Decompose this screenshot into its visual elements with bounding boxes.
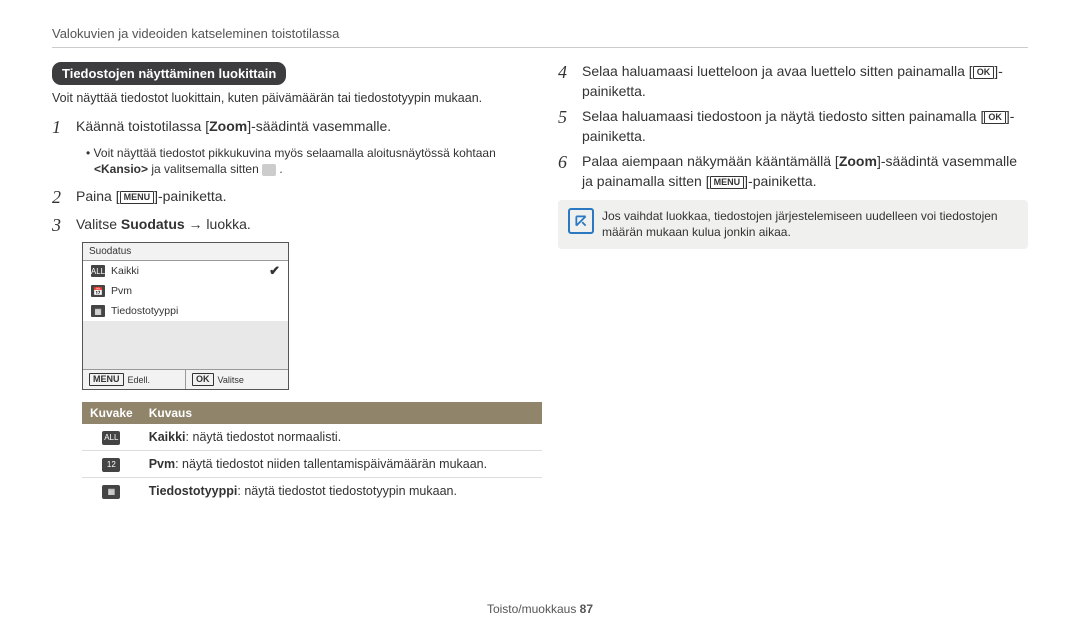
breadcrumb: Valokuvien ja videoiden katseleminen toi… [52, 26, 1028, 48]
page-footer: Toisto/muokkaus 87 [0, 602, 1080, 616]
filter-option-all[interactable]: ALL Kaikki ✔ [83, 261, 288, 281]
table-header-icon: Kuvake [82, 402, 141, 424]
filter-option-date[interactable]: 📅 Pvm [83, 281, 288, 301]
step-number: 3 [52, 215, 76, 237]
table-row: 12 Pvm: näytä tiedostot niiden tallentam… [82, 451, 542, 478]
ui-footer-select-label: Valitse [218, 375, 244, 385]
step-4: 4 Selaa haluamaasi luetteloon ja avaa lu… [558, 62, 1028, 101]
filetype-icon: ▦ [102, 485, 120, 499]
step-6: 6 Palaa aiempaan näkymään kääntämällä [Z… [558, 152, 1028, 191]
step-text: Palaa aiempaan näkymään kääntämällä [Zoo… [582, 152, 1028, 191]
ui-title: Suodatus [83, 243, 288, 261]
step-number: 1 [52, 117, 76, 139]
step-2: 2 Paina [MENU]-painiketta. [52, 187, 522, 209]
step-text: Valitse Suodatus → luokka. [76, 215, 522, 235]
step-1-bullet: Voit näyttää tiedostot pikkukuvina myös … [86, 145, 522, 177]
step-text: Käännä toistotilassa [Zoom]-säädintä vas… [76, 117, 522, 137]
step-number: 4 [558, 62, 582, 84]
ui-empty-area [83, 321, 288, 369]
step-5: 5 Selaa haluamaasi tiedostoon ja näytä t… [558, 107, 1028, 146]
all-icon: ALL [102, 431, 120, 445]
step-3: 3 Valitse Suodatus → luokka. [52, 215, 522, 237]
table-row: ALL Kaikki: näytä tiedostot normaalisti. [82, 424, 542, 451]
filetype-icon: ▦ [91, 305, 105, 317]
calendar-icon: 📅 [91, 285, 105, 297]
step-number: 6 [558, 152, 582, 174]
table-header-desc: Kuvaus [141, 402, 542, 424]
step-text: Selaa haluamaasi luetteloon ja avaa luet… [582, 62, 1028, 101]
table-row: ▦ Tiedostotyyppi: näytä tiedostot tiedos… [82, 478, 542, 505]
left-column: Tiedostojen näyttäminen luokittain Voit … [52, 62, 522, 504]
intro-text: Voit näyttää tiedostot luokittain, kuten… [52, 91, 522, 105]
ok-button-icon: OK [192, 373, 214, 386]
info-note-text: Jos vaihdat luokkaa, tiedostojen järjest… [602, 208, 1018, 242]
step-number: 2 [52, 187, 76, 209]
step-text: Paina [MENU]-painiketta. [76, 187, 522, 207]
filter-menu-screenshot: Suodatus ALL Kaikki ✔ 📅 Pvm ▦ Tiedostoty… [82, 242, 289, 390]
page-number: 87 [580, 602, 593, 616]
section-title: Tiedostojen näyttäminen luokittain [52, 62, 286, 85]
menu-button-icon: MENU [89, 373, 124, 386]
ok-button-icon: OK [973, 66, 995, 79]
calendar-icon: 12 [102, 458, 120, 472]
filter-option-type[interactable]: ▦ Tiedostotyyppi [83, 301, 288, 321]
step-text: Selaa haluamaasi tiedostoon ja näytä tie… [582, 107, 1028, 146]
filter-option-label: Tiedostotyyppi [111, 305, 178, 317]
info-note: Jos vaihdat luokkaa, tiedostojen järjest… [558, 200, 1028, 250]
step-number: 5 [558, 107, 582, 129]
menu-button-icon: MENU [120, 191, 155, 204]
folder-thumb-icon [262, 164, 276, 176]
filter-option-label: Kaikki [111, 265, 139, 277]
right-column: 4 Selaa haluamaasi luetteloon ja avaa lu… [558, 62, 1028, 504]
filter-option-label: Pvm [111, 285, 132, 297]
icon-description-table: Kuvake Kuvaus ALL Kaikki: näytä tiedosto… [82, 402, 542, 504]
all-icon: ALL [91, 265, 105, 277]
ok-button-icon: OK [984, 111, 1006, 124]
ui-footer-back-label: Edell. [128, 375, 151, 385]
step-1: 1 Käännä toistotilassa [Zoom]-säädintä v… [52, 117, 522, 139]
check-icon: ✔ [269, 263, 280, 279]
ui-footer: MENU Edell. OK Valitse [83, 369, 288, 389]
info-icon [568, 208, 594, 234]
menu-button-icon: MENU [710, 176, 745, 189]
